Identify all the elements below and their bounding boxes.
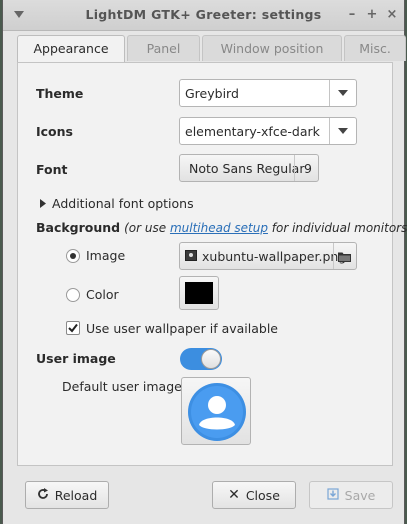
default-user-image-label: Default user image: [62, 379, 182, 394]
file-chooser-divider: [333, 243, 334, 269]
background-label: Background: [36, 220, 121, 235]
additional-font-options-label: Additional font options: [52, 196, 194, 211]
font-name: Noto Sans Regular: [189, 161, 305, 176]
save-button[interactable]: Save: [309, 481, 393, 509]
additional-font-options-expander[interactable]: Additional font options: [40, 196, 194, 211]
color-option-label: Color: [86, 287, 119, 302]
chevron-down-icon: [329, 118, 356, 144]
image-option-label: Image: [86, 248, 126, 263]
tab-panel[interactable]: Panel: [127, 35, 200, 61]
close-window-button[interactable]: ×: [383, 5, 401, 23]
multihead-setup-link[interactable]: multihead setup: [170, 221, 268, 235]
appearance-panel: Theme Greybird Icons elementary-xfce-dar…: [17, 62, 407, 466]
use-user-wallpaper-checkbox[interactable]: [66, 321, 80, 335]
title-bar: LightDM GTK+ Greeter: settings – + ×: [3, 0, 404, 31]
background-header: Background (or use multihead setup for i…: [36, 220, 407, 235]
image-file-name: xubuntu-wallpaper.png: [202, 249, 347, 264]
save-icon: [327, 487, 339, 503]
maximize-button[interactable]: +: [363, 5, 381, 23]
color-swatch: [185, 282, 213, 304]
checkmark-icon: [68, 323, 78, 333]
close-icon: ✕: [228, 487, 240, 503]
font-size: 9: [304, 161, 312, 176]
minimize-button[interactable]: –: [343, 5, 361, 23]
user-image-switch[interactable]: [180, 348, 222, 370]
save-label: Save: [344, 487, 376, 503]
image-file-chooser[interactable]: xubuntu-wallpaper.png: [179, 242, 357, 270]
chevron-down-icon: [329, 80, 356, 106]
icons-combo[interactable]: elementary-xfce-dark: [179, 117, 357, 145]
use-user-wallpaper-label: Use user wallpaper if available: [86, 321, 278, 336]
font-label: Font: [36, 162, 68, 177]
reload-label: Reload: [54, 487, 98, 503]
theme-combo[interactable]: Greybird: [179, 79, 357, 107]
reload-button[interactable]: Reload: [25, 481, 109, 509]
folder-icon: [338, 250, 351, 265]
background-hint-prefix: (or use: [124, 221, 170, 235]
font-divider: [294, 155, 295, 181]
tab-misc[interactable]: Misc.: [344, 35, 406, 61]
reload-icon: [37, 487, 49, 503]
user-avatar-icon: [186, 381, 248, 446]
icons-value: elementary-xfce-dark: [185, 124, 320, 139]
close-button[interactable]: ✕ Close: [212, 481, 296, 509]
font-button[interactable]: Noto Sans Regular 9: [179, 154, 319, 182]
tab-window-position[interactable]: Window position: [202, 35, 342, 61]
image-radio[interactable]: [66, 249, 80, 263]
user-image-label: User image: [36, 351, 116, 366]
icons-label: Icons: [36, 124, 73, 139]
default-user-image-button[interactable]: [181, 377, 251, 445]
close-label: Close: [245, 487, 280, 503]
settings-window: LightDM GTK+ Greeter: settings – + × App…: [2, 0, 407, 524]
tab-bar: Appearance Panel Window position Misc.: [17, 35, 406, 63]
switch-knob: [201, 349, 221, 369]
theme-value: Greybird: [185, 86, 239, 101]
color-radio[interactable]: [66, 288, 80, 302]
image-file-icon: [185, 250, 197, 261]
tab-appearance[interactable]: Appearance: [17, 35, 125, 63]
background-hint-suffix: for individual monitors): [267, 221, 407, 235]
background-hint: (or use multihead setup for individual m…: [124, 221, 407, 235]
color-picker-button[interactable]: [179, 276, 219, 310]
chevron-right-icon: [40, 196, 46, 211]
theme-label: Theme: [36, 86, 84, 101]
